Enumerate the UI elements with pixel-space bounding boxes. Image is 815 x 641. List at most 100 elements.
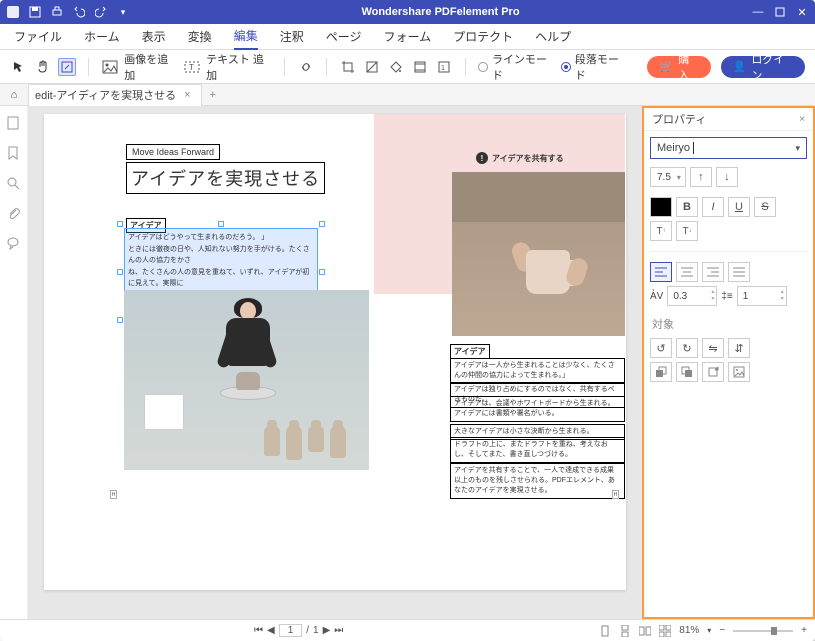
svg-text:1: 1 — [441, 65, 445, 72]
menu-home[interactable]: ホーム — [84, 24, 120, 49]
font-color-swatch[interactable] — [650, 197, 672, 217]
increase-size-icon[interactable]: ↑ — [690, 167, 712, 187]
page-sep: / — [306, 625, 309, 636]
idea-label-right[interactable]: アイデア — [450, 344, 490, 359]
view-continuous-icon[interactable] — [619, 625, 631, 637]
crop-icon[interactable] — [339, 58, 357, 76]
subscript-button[interactable]: T↓ — [676, 221, 698, 241]
align-right-button[interactable] — [702, 262, 724, 282]
superscript-button[interactable]: T↑ — [650, 221, 672, 241]
align-left-button[interactable] — [650, 262, 672, 282]
line-spacing-input[interactable]: 1▴▾ — [737, 286, 787, 306]
comments-icon[interactable] — [6, 236, 22, 252]
underline-button[interactable]: U — [728, 197, 750, 217]
zoom-value[interactable]: 81% — [679, 625, 699, 636]
print-icon[interactable] — [50, 5, 64, 19]
redo-icon[interactable] — [94, 5, 108, 19]
send-back-icon[interactable] — [676, 362, 698, 382]
save-icon[interactable] — [28, 5, 42, 19]
background-icon[interactable] — [387, 58, 405, 76]
add-image-label[interactable]: 画像を追加 — [124, 51, 177, 83]
maximize-icon[interactable] — [773, 5, 787, 19]
page-prev-icon[interactable]: ◀ — [267, 625, 275, 636]
strikethrough-button[interactable]: S — [754, 197, 776, 217]
view-two-cont-icon[interactable] — [659, 625, 671, 637]
menu-comment[interactable]: 注釈 — [280, 24, 304, 49]
para-r5[interactable]: ドラフトの上に、またドラフトを重ね、考えなおし、そしてまた、書き直しつづける。 — [450, 437, 625, 463]
font-family-value: Meiryo — [657, 142, 690, 154]
document-tab[interactable]: edit-アイディアを実現させる × — [28, 84, 202, 106]
char-spacing-input[interactable]: 0.3▴▾ — [667, 286, 717, 306]
rotate-cw-icon[interactable]: ↻ — [676, 338, 698, 358]
left-rail — [0, 106, 28, 619]
bates-icon[interactable]: 1 — [435, 58, 453, 76]
menu-form[interactable]: フォーム — [383, 24, 431, 49]
buy-button[interactable]: 🛒 購入 — [647, 56, 710, 78]
flip-horizontal-icon[interactable]: ⇋ — [702, 338, 724, 358]
attachment-icon[interactable] — [6, 206, 22, 222]
share-heading[interactable]: ! アイデアを共有する — [476, 152, 564, 164]
zoom-out-icon[interactable]: − — [719, 625, 725, 636]
close-icon[interactable]: ✕ — [795, 5, 809, 19]
italic-button[interactable]: I — [702, 197, 724, 217]
thumbnails-icon[interactable] — [6, 116, 22, 132]
panel-close-icon[interactable]: × — [799, 114, 805, 125]
page-next-icon[interactable]: ▶ — [323, 625, 331, 636]
zoom-in-icon[interactable]: + — [801, 625, 807, 636]
menu-file[interactable]: ファイル — [14, 24, 62, 49]
align-justify-button[interactable] — [728, 262, 750, 282]
login-button[interactable]: 👤 ログイン — [721, 56, 805, 78]
menu-view[interactable]: 表示 — [142, 24, 166, 49]
home-tab-icon[interactable]: ⌂ — [0, 89, 28, 101]
select-pointer-icon[interactable] — [10, 58, 28, 76]
dropdown-icon[interactable]: ▾ — [116, 5, 130, 19]
view-single-icon[interactable] — [599, 625, 611, 637]
para-r1[interactable]: アイデアは一人から生まれることは少なく、たくさんの仲間の協力によって生まれる。」 — [450, 358, 625, 384]
text-header-jp[interactable]: アイデアを実現させる — [126, 162, 325, 194]
line-mode-radio[interactable]: ラインモード — [478, 51, 555, 83]
pottery-image[interactable] — [124, 290, 369, 470]
search-icon[interactable] — [6, 176, 22, 192]
char-spacing-icon: A͐V — [650, 291, 663, 302]
hand-icon[interactable] — [34, 58, 52, 76]
para-r6[interactable]: アイデアを共有することで、一人で達成できる成果以上のものを残しさせられる。PDF… — [450, 463, 625, 499]
para-r3[interactable]: アイデアは、会議やホワイトボードから生まれる。アイデアには書類や署名がいる。 — [450, 396, 625, 422]
zoom-slider[interactable] — [733, 630, 793, 632]
flip-vertical-icon[interactable]: ⇵ — [728, 338, 750, 358]
menu-page[interactable]: ページ — [326, 24, 362, 49]
font-size-select[interactable]: 7.5▾ — [650, 167, 686, 187]
menu-help[interactable]: ヘルプ — [535, 24, 571, 49]
page-last-icon[interactable]: ⏭ — [334, 625, 343, 636]
mug-image[interactable] — [452, 172, 625, 336]
add-text-icon[interactable]: T — [183, 58, 200, 76]
align-center-button[interactable] — [676, 262, 698, 282]
decrease-size-icon[interactable]: ↓ — [716, 167, 738, 187]
bold-button[interactable]: B — [676, 197, 698, 217]
replace-image-icon[interactable] — [728, 362, 750, 382]
header-footer-icon[interactable] — [411, 58, 429, 76]
extract-icon[interactable] — [702, 362, 724, 382]
rotate-ccw-icon[interactable]: ↺ — [650, 338, 672, 358]
document-viewport[interactable]: Move Ideas Forward アイデアを実現させる ! アイデアを共有す… — [28, 106, 642, 619]
view-two-icon[interactable] — [639, 625, 651, 637]
bookmarks-icon[interactable] — [6, 146, 22, 162]
undo-icon[interactable] — [72, 5, 86, 19]
text-header-en[interactable]: Move Ideas Forward — [126, 144, 220, 160]
menu-edit[interactable]: 編集 — [234, 23, 258, 50]
watermark-icon[interactable] — [363, 58, 381, 76]
font-family-select[interactable]: Meiryo ▾ — [650, 137, 807, 159]
tab-label: edit-アイディアを実現させる — [35, 87, 176, 103]
edit-selection-icon[interactable] — [58, 58, 76, 76]
page-current[interactable]: 1 — [279, 624, 303, 637]
tab-close-icon[interactable]: × — [184, 89, 190, 101]
minimize-icon[interactable]: — — [751, 5, 765, 19]
new-tab-icon[interactable]: + — [202, 89, 224, 101]
link-icon[interactable] — [297, 58, 314, 76]
add-text-label[interactable]: テキスト 追加 — [206, 51, 272, 83]
paragraph-mode-radio[interactable]: 段落モード — [561, 51, 627, 83]
add-image-icon[interactable] — [101, 58, 118, 76]
menu-protect[interactable]: プロテクト — [453, 24, 513, 49]
menu-convert[interactable]: 変換 — [188, 24, 212, 49]
page-first-icon[interactable]: ⏮ — [254, 625, 263, 636]
bring-front-icon[interactable] — [650, 362, 672, 382]
